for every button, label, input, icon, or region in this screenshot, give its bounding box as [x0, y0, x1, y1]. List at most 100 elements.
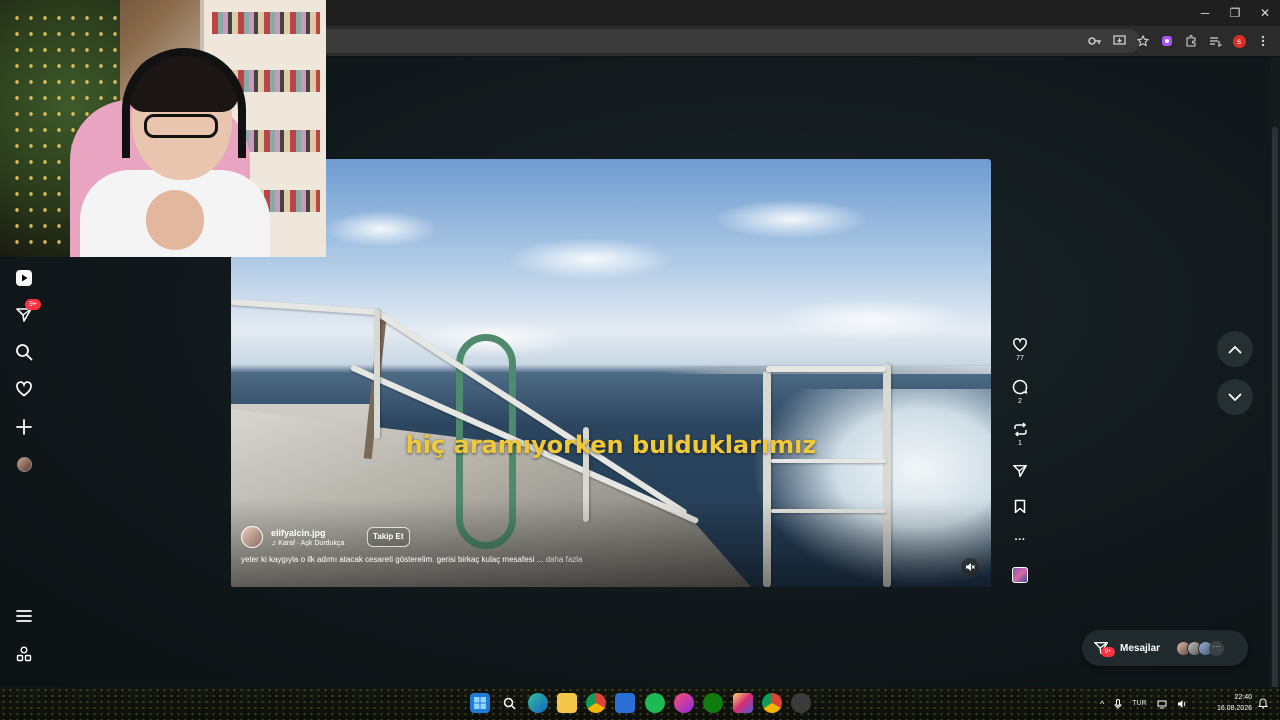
chevron-down-icon — [1228, 393, 1242, 401]
more-action[interactable]: ··· — [1008, 531, 1032, 549]
more-options-icon[interactable]: ··· — [1008, 531, 1032, 549]
next-reel-button[interactable] — [1217, 379, 1253, 415]
video-bottom-shade — [231, 499, 991, 587]
like-action[interactable]: 77 — [1008, 335, 1032, 362]
webcam-glasses — [144, 114, 218, 138]
more-link[interactable]: daha fazla — [546, 555, 583, 564]
comment-action[interactable]: 2 — [1008, 378, 1032, 405]
window-controls: ─ ❐ ✕ — [1190, 0, 1280, 26]
reel-video[interactable]: hiç aramıyorken bulduklarımız elifyalcin… — [231, 159, 991, 587]
previous-reel-button[interactable] — [1217, 331, 1253, 367]
comments-count: 2 — [1018, 398, 1022, 405]
video-railing — [766, 366, 886, 372]
share-action[interactable] — [1008, 462, 1032, 480]
puzzle-icon[interactable] — [1182, 29, 1200, 53]
microphone-icon[interactable] — [1114, 698, 1122, 709]
share-icon[interactable] — [1008, 462, 1032, 480]
likes-count: 77 — [1016, 355, 1024, 362]
save-action[interactable] — [1008, 497, 1032, 515]
webcam-books — [212, 12, 320, 34]
chrome-icon[interactable] — [586, 693, 606, 713]
heart-icon[interactable] — [1008, 335, 1032, 353]
bookmark-star-icon[interactable] — [1134, 29, 1152, 53]
messages-badge: 9+ — [1101, 647, 1115, 657]
taskbar-search-icon[interactable] — [499, 693, 519, 713]
clock-time: 22:40 — [1234, 694, 1252, 701]
xbox-icon[interactable] — [703, 693, 723, 713]
opera-icon[interactable] — [674, 693, 694, 713]
maximize-button[interactable]: ❐ — [1220, 0, 1250, 26]
page-scrollbar[interactable] — [1270, 57, 1280, 720]
direct-icon: 9+ — [1092, 639, 1115, 657]
edge-icon[interactable] — [528, 693, 548, 713]
more-avatars: ··· — [1209, 640, 1225, 656]
comment-icon[interactable] — [1008, 378, 1032, 396]
video-sky — [231, 169, 991, 359]
taskbar-clock[interactable]: 22:40 16.08.2026 — [1208, 692, 1252, 714]
direct-icon[interactable]: 9+ — [12, 299, 41, 327]
profile-avatar-icon[interactable]: s — [1230, 29, 1248, 53]
extension-icon[interactable] — [1158, 29, 1176, 53]
media-queue-icon[interactable] — [1206, 29, 1224, 53]
left-nav: 9+ — [0, 257, 48, 687]
install-app-icon[interactable] — [1110, 29, 1128, 53]
create-icon[interactable] — [12, 415, 36, 439]
volume-icon[interactable] — [1177, 699, 1187, 709]
original-audio-thumbnail[interactable] — [1012, 567, 1028, 583]
mute-button[interactable] — [961, 558, 979, 576]
more-menu-icon[interactable] — [1254, 29, 1272, 53]
repost-action[interactable]: 1 — [1008, 420, 1032, 447]
clock-date: 16.08.2026 — [1216, 705, 1252, 712]
toolbar-icons: s — [1086, 29, 1272, 53]
file-explorer-icon[interactable] — [557, 693, 577, 713]
reel-description: yeter ki kaygıyla o ilk adımı atacak ces… — [241, 555, 801, 564]
reel-author: elifyalcin.jpg ♫ Karaf · Aşk Durdukça — [241, 526, 344, 548]
profile-avatar[interactable] — [12, 452, 36, 476]
address-bar[interactable] — [300, 29, 1140, 53]
reels-icon[interactable] — [12, 266, 36, 290]
author-username[interactable]: elifyalcin.jpg — [271, 528, 344, 538]
video-railing-post — [374, 309, 380, 439]
spotify-icon[interactable] — [645, 693, 665, 713]
heart-icon[interactable] — [12, 377, 36, 401]
start-button[interactable] — [470, 693, 490, 713]
repost-icon[interactable] — [1008, 420, 1032, 438]
video-railing — [771, 459, 886, 463]
also-from-meta-icon[interactable] — [12, 642, 36, 666]
message-avatars: ··· — [1176, 640, 1225, 656]
profile-avatar-image — [16, 456, 32, 472]
messages-label: Mesajlar — [1120, 642, 1161, 654]
instagram-icon[interactable] — [733, 693, 753, 713]
notification-center-icon[interactable] — [1256, 695, 1270, 711]
follow-button[interactable]: Takip Et — [367, 527, 410, 547]
tray-overflow-chevron[interactable]: ^ — [1100, 699, 1104, 709]
close-button[interactable]: ✕ — [1250, 0, 1280, 26]
notifications-badge: 9+ — [25, 299, 41, 310]
video-caption-overlay: hiç aramıyorken bulduklarımız — [405, 431, 817, 459]
chrome-active-icon[interactable] — [762, 693, 782, 713]
menu-icon[interactable] — [12, 604, 36, 628]
password-key-icon[interactable] — [1086, 29, 1104, 53]
taskbar-wallpaper — [0, 687, 1280, 720]
calculator-icon[interactable] — [615, 693, 635, 713]
language-indicator[interactable]: TUR — [1132, 700, 1146, 707]
screen: ─ ❐ ✕ s 9+ hiç aramıyorken bulduklarımız… — [0, 0, 1280, 720]
reposts-count: 1 — [1018, 440, 1022, 447]
webcam-overlay — [0, 0, 326, 257]
obs-icon[interactable] — [791, 693, 811, 713]
profile-initial: s — [1232, 34, 1246, 48]
chevron-up-icon — [1228, 345, 1242, 353]
author-info: elifyalcin.jpg ♫ Karaf · Aşk Durdukça — [271, 528, 344, 547]
windows-taskbar: ^ TUR 22:40 16.08.2026 — [0, 687, 1280, 720]
reel-audio-track[interactable]: ♫ Karaf · Aşk Durdukça — [271, 540, 344, 547]
search-icon[interactable] — [12, 340, 36, 364]
scrollbar-thumb[interactable] — [1272, 127, 1278, 720]
description-text: yeter ki kaygıyla o ilk adımı atacak ces… — [241, 555, 544, 564]
messages-button[interactable]: 9+ Mesajlar ··· — [1082, 630, 1248, 666]
author-avatar[interactable] — [241, 526, 263, 548]
webcam-hand — [146, 190, 204, 250]
minimize-button[interactable]: ─ — [1190, 0, 1220, 26]
network-icon[interactable] — [1157, 699, 1167, 709]
bookmark-icon[interactable] — [1008, 497, 1032, 515]
system-tray: ^ TUR — [1100, 687, 1187, 720]
